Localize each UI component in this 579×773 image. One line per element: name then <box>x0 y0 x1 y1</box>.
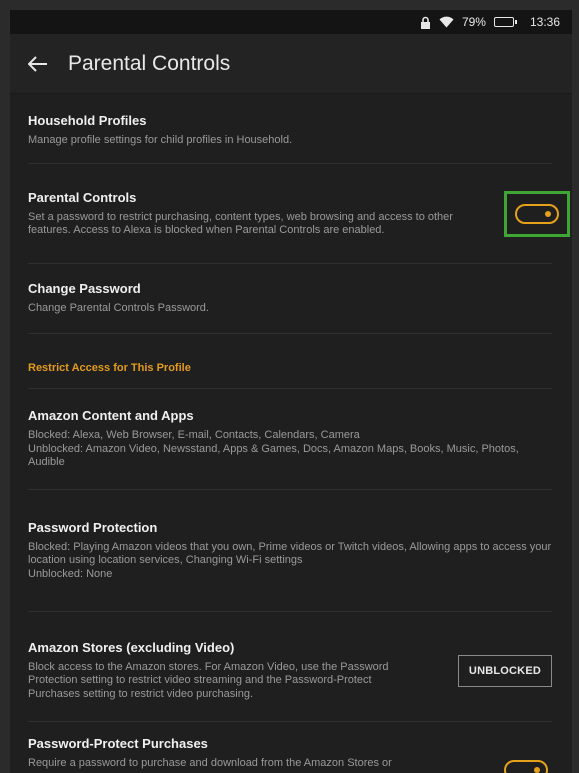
change-password-item[interactable]: Change Password Change Parental Controls… <box>28 264 552 334</box>
page-title: Parental Controls <box>68 51 231 75</box>
content-apps-title: Amazon Content and Apps <box>28 408 194 424</box>
parental-controls-title: Parental Controls <box>28 189 137 205</box>
content-apps-item[interactable]: Amazon Content and Apps Blocked: Alexa, … <box>28 389 552 490</box>
password-protection-title: Password Protection <box>28 519 158 535</box>
device-screen: 79% 13:36 Parental Controls Household Pr… <box>10 10 572 773</box>
parental-controls-desc: Set a password to restrict purchasing, c… <box>28 210 453 237</box>
status-bar: 79% 13:36 <box>10 10 572 34</box>
wifi-icon <box>439 16 454 28</box>
household-profiles-item[interactable]: Household Profiles Manage profile settin… <box>28 94 552 164</box>
restrict-access-header: Restrict Access for This Profile <box>28 334 552 389</box>
amazon-stores-desc: Block access to the Amazon stores. For A… <box>28 660 389 700</box>
content-apps-unblocked: Unblocked: Amazon Video, Newsstand, Apps… <box>28 442 519 469</box>
protect-purchases-title: Password-Protect Purchases <box>28 736 208 751</box>
toggle-knob <box>534 767 540 773</box>
parental-controls-item: Parental Controls Set a password to rest… <box>28 164 570 264</box>
password-protection-unblocked: Unblocked: None <box>28 567 113 580</box>
clock-time: 13:36 <box>529 15 560 29</box>
protect-purchases-item: Password-Protect Purchases Require a pas… <box>28 722 552 773</box>
battery-icon <box>493 17 517 27</box>
password-protection-blocked: Blocked: Playing Amazon videos that you … <box>28 540 552 567</box>
change-password-desc: Change Parental Controls Password. <box>28 302 209 315</box>
highlight-box <box>504 190 570 237</box>
settings-list: Household Profiles Manage profile settin… <box>10 94 572 773</box>
household-profiles-desc: Manage profile settings for child profil… <box>28 134 293 147</box>
amazon-stores-title: Amazon Stores (excluding Video) <box>28 639 235 655</box>
protect-purchases-desc: Require a password to purchase and downl… <box>28 757 392 769</box>
amazon-stores-item: Amazon Stores (excluding Video) Block ac… <box>28 612 552 722</box>
protect-purchases-toggle[interactable] <box>504 760 548 773</box>
app-bar: Parental Controls <box>10 34 572 94</box>
change-password-title: Change Password <box>28 281 141 297</box>
lock-icon <box>420 16 431 29</box>
password-protection-item[interactable]: Password Protection Blocked: Playing Ama… <box>28 490 552 612</box>
parental-controls-toggle[interactable] <box>515 203 559 224</box>
content-apps-blocked: Blocked: Alexa, Web Browser, E-mail, Con… <box>28 429 360 442</box>
back-arrow-icon[interactable] <box>10 34 66 94</box>
toggle-knob <box>545 210 551 217</box>
unblocked-button[interactable]: UNBLOCKED <box>457 654 552 687</box>
battery-percent: 79% <box>461 15 486 29</box>
household-profiles-title: Household Profiles <box>28 113 147 129</box>
